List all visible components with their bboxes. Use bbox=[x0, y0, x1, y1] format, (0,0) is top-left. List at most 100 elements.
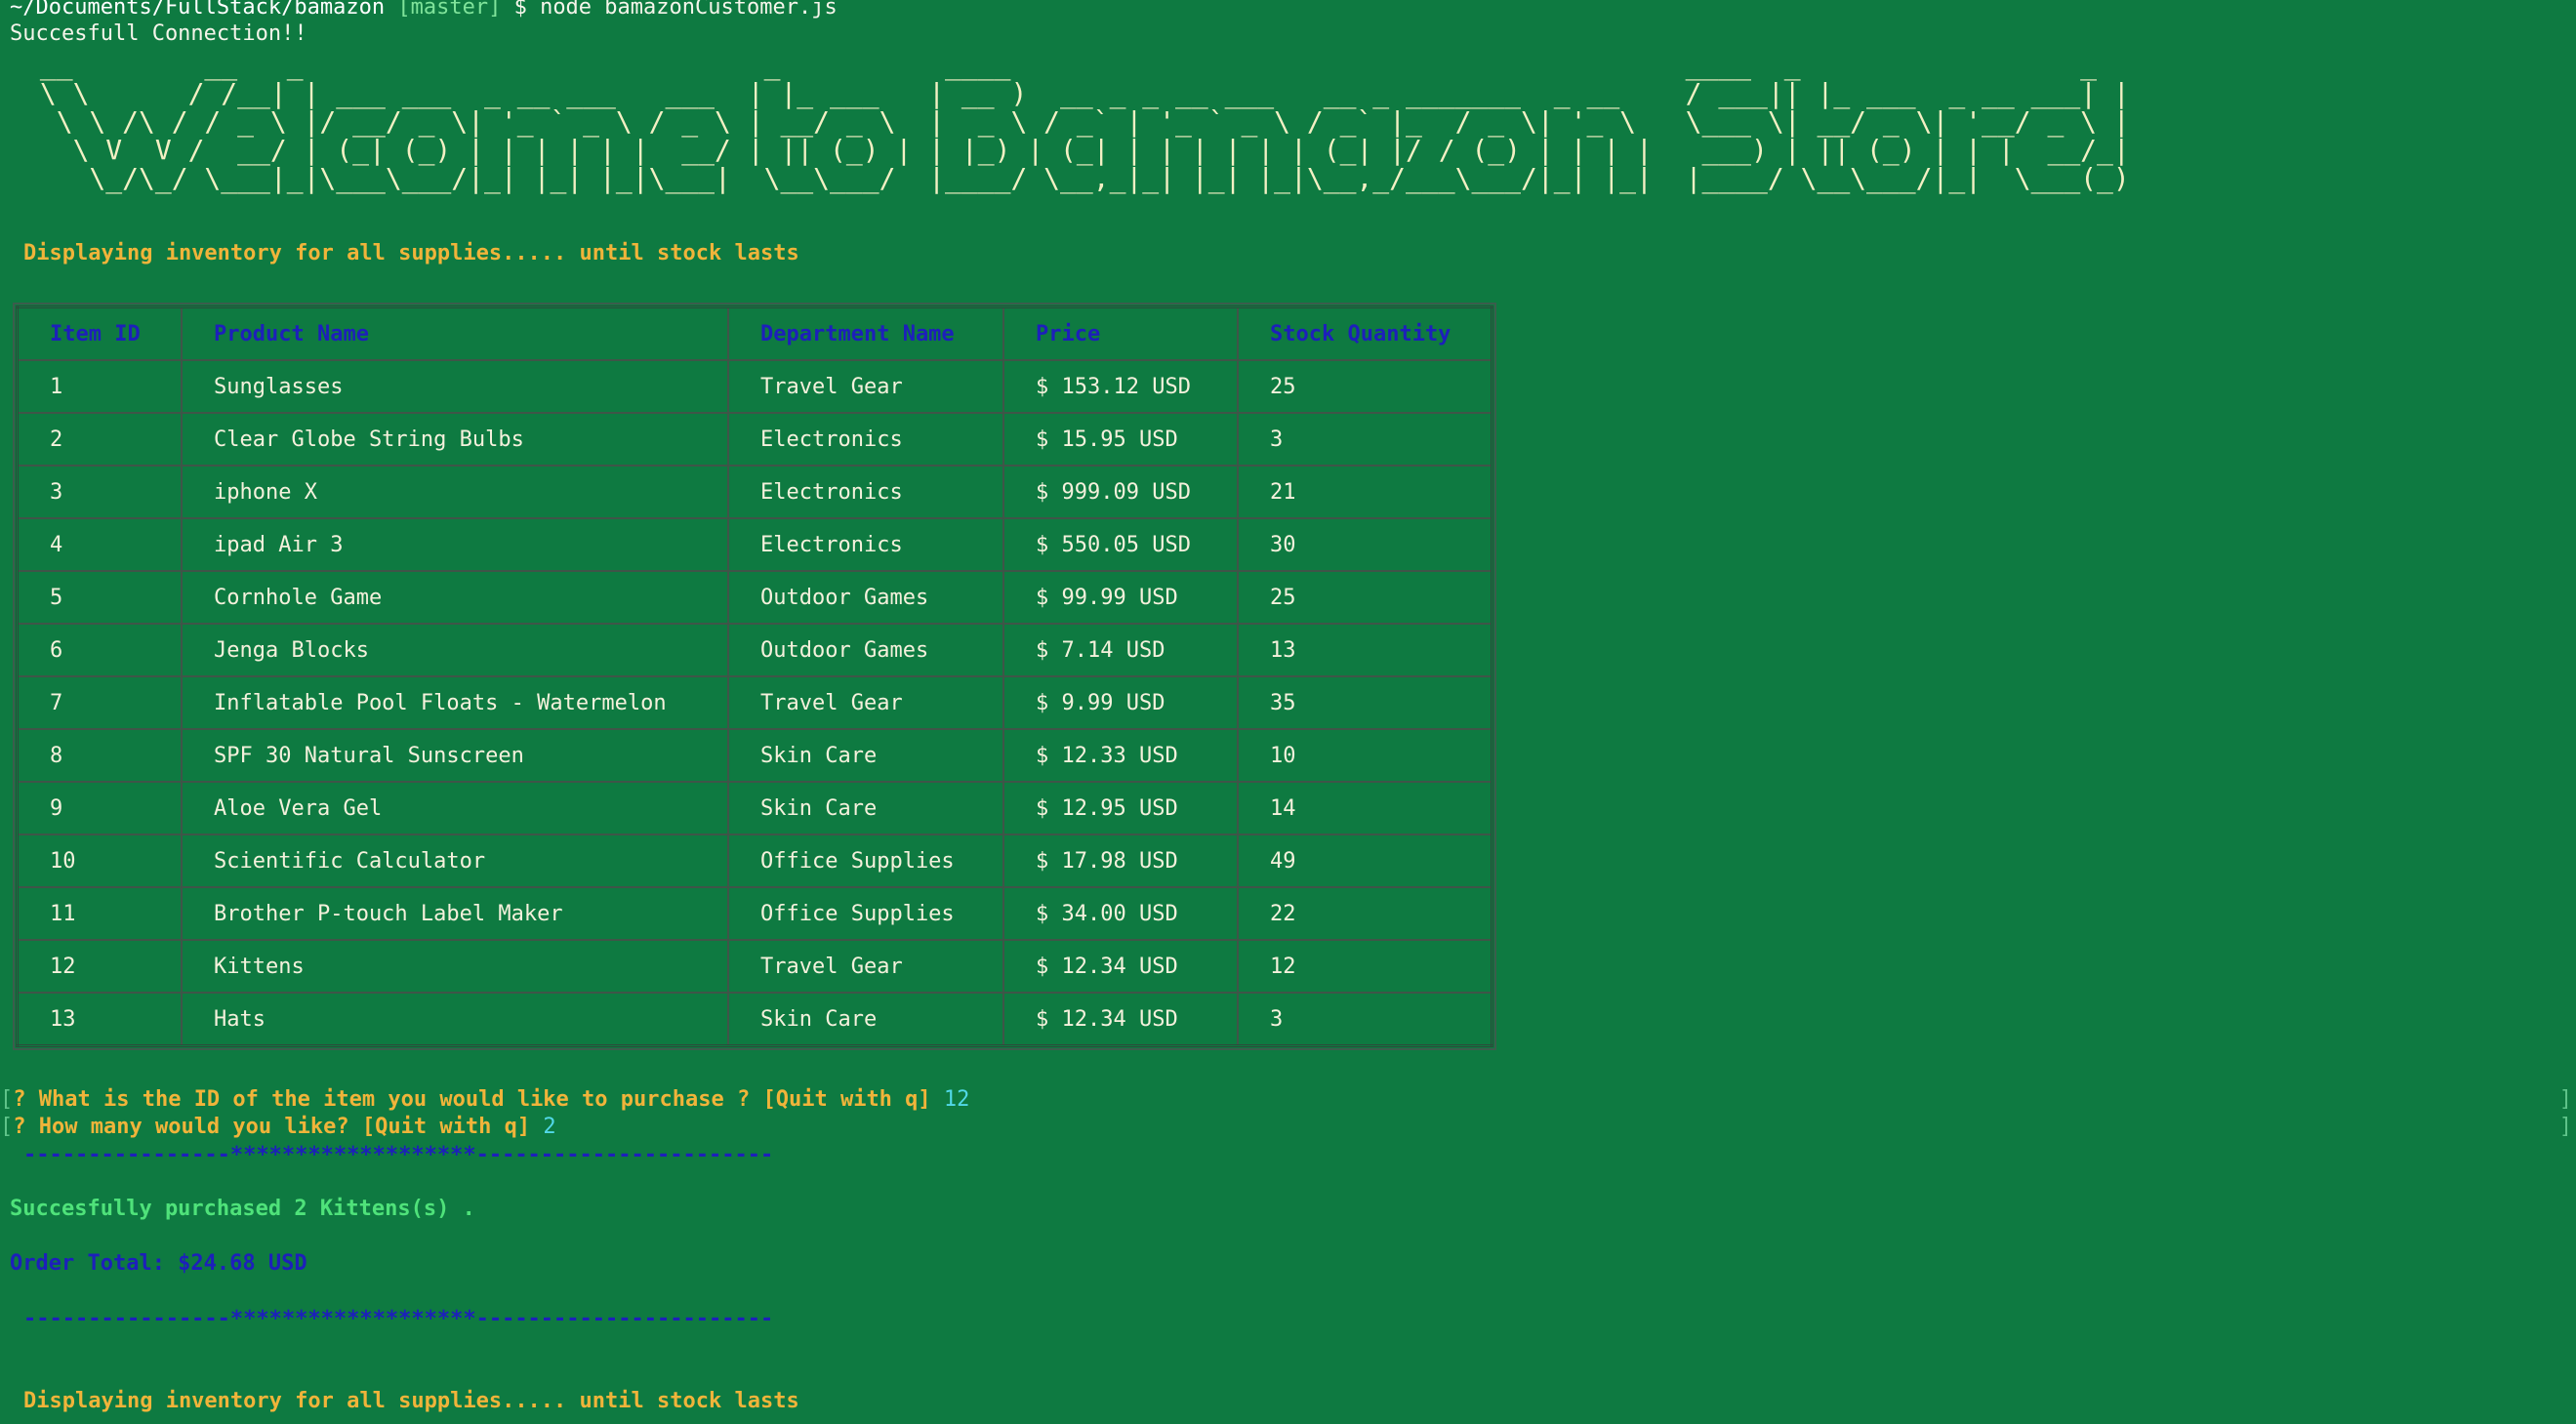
cell-product-name: Inflatable Pool Floats - Watermelon bbox=[181, 675, 729, 730]
cell-department-name: Skin Care bbox=[727, 728, 1004, 783]
cell-item-id: 7 bbox=[16, 675, 183, 730]
cell-price: $ 999.09 USD bbox=[1002, 465, 1239, 519]
purchase-message: Succesfully purchased 2 Kittens(s) . bbox=[10, 1197, 475, 1221]
welcome-ascii-banner: __ __ _ _ ____ ____ _ _ \ \ / /__| | ___… bbox=[39, 49, 2130, 194]
table-row: 1 Sunglasses Travel Gear $ 153.12 USD 25 bbox=[16, 359, 1493, 414]
cell-price: $ 17.98 USD bbox=[1002, 834, 1239, 888]
separator-line: ----------------*******************-----… bbox=[23, 1143, 774, 1167]
header-item-id: Item ID bbox=[16, 305, 183, 361]
question-quantity-text: How many would you like? [Quit with q] bbox=[38, 1115, 531, 1139]
cell-product-name: Brother P-touch Label Maker bbox=[181, 886, 729, 941]
cell-product-name: Aloe Vera Gel bbox=[181, 781, 729, 835]
cell-stock-quantity: 25 bbox=[1237, 570, 1493, 625]
header-price: Price bbox=[1002, 305, 1239, 361]
cell-product-name: Jenga Blocks bbox=[181, 623, 729, 677]
shell-prompt-line: ~/Documents/FullStack/bamazon [master] $… bbox=[10, 0, 838, 21]
cell-product-name: Clear Globe String Bulbs bbox=[181, 412, 729, 467]
question-mark: ? bbox=[13, 1087, 26, 1112]
question-id-text: What is the ID of the item you would lik… bbox=[38, 1087, 931, 1112]
cell-product-name: Scientific Calculator bbox=[181, 834, 729, 888]
cell-item-id: 12 bbox=[16, 939, 183, 994]
header-product-name: Product Name bbox=[181, 305, 729, 361]
cell-item-id: 11 bbox=[16, 886, 183, 941]
question-id-answer: 12 bbox=[943, 1087, 970, 1112]
inventory-message-2: Displaying inventory for all supplies...… bbox=[23, 1389, 799, 1413]
cell-item-id: 10 bbox=[16, 834, 183, 888]
line-bracket: ] bbox=[2558, 1087, 2572, 1112]
cell-department-name: Office Supplies bbox=[727, 886, 1004, 941]
table-row: 6 Jenga Blocks Outdoor Games $ 7.14 USD 13 bbox=[16, 623, 1493, 677]
cell-department-name: Travel Gear bbox=[727, 675, 1004, 730]
table-row: 13 Hats Skin Care $ 12.34 USD 3 bbox=[16, 992, 1493, 1047]
cell-price: $ 7.14 USD bbox=[1002, 623, 1239, 677]
table-header-row: Item ID Product Name Department Name Pri… bbox=[16, 305, 1493, 361]
cell-price: $ 12.33 USD bbox=[1002, 728, 1239, 783]
question-id-line: [? What is the ID of the item you would … bbox=[0, 1087, 970, 1112]
inventory-message: Displaying inventory for all supplies...… bbox=[23, 241, 799, 265]
cell-department-name: Travel Gear bbox=[727, 939, 1004, 994]
cell-department-name: Electronics bbox=[727, 465, 1004, 519]
cell-stock-quantity: 10 bbox=[1237, 728, 1493, 783]
inventory-table: Item ID Product Name Department Name Pri… bbox=[13, 303, 1496, 1050]
cell-price: $ 12.34 USD bbox=[1002, 939, 1239, 994]
cell-item-id: 1 bbox=[16, 359, 183, 414]
header-department-name: Department Name bbox=[727, 305, 1004, 361]
cell-stock-quantity: 21 bbox=[1237, 465, 1493, 519]
table-row: 8 SPF 30 Natural Sunscreen Skin Care $ 12.3… bbox=[16, 728, 1493, 783]
cell-price: $ 550.05 USD bbox=[1002, 517, 1239, 572]
cell-product-name: Hats bbox=[181, 992, 729, 1047]
cell-price: $ 15.95 USD bbox=[1002, 412, 1239, 467]
line-bracket: ] bbox=[2558, 1115, 2572, 1139]
cell-item-id: 5 bbox=[16, 570, 183, 625]
table-row: 7 Inflatable Pool Floats - Watermelon Trav… bbox=[16, 675, 1493, 730]
cell-department-name: Outdoor Games bbox=[727, 570, 1004, 625]
cell-price: $ 12.34 USD bbox=[1002, 992, 1239, 1047]
cell-price: $ 153.12 USD bbox=[1002, 359, 1239, 414]
table-row: 3 iphone X Electronics $ 999.09 USD 21 bbox=[16, 465, 1493, 519]
cell-department-name: Skin Care bbox=[727, 992, 1004, 1047]
cell-department-name: Office Supplies bbox=[727, 834, 1004, 888]
cell-item-id: 6 bbox=[16, 623, 183, 677]
cell-price: $ 34.00 USD bbox=[1002, 886, 1239, 941]
cell-department-name: Outdoor Games bbox=[727, 623, 1004, 677]
table-row: 10 Scientific Calculator Office Supplies $ … bbox=[16, 834, 1493, 888]
table-row: 12 Kittens Travel Gear $ 12.34 USD 12 bbox=[16, 939, 1493, 994]
cell-item-id: 13 bbox=[16, 992, 183, 1047]
prompt-path: ~/Documents/FullStack/bamazon bbox=[10, 0, 386, 20]
table-row: 11 Brother P-touch Label Maker Office Supp… bbox=[16, 886, 1493, 941]
cell-price: $ 9.99 USD bbox=[1002, 675, 1239, 730]
cell-stock-quantity: 3 bbox=[1237, 992, 1493, 1047]
cell-stock-quantity: 49 bbox=[1237, 834, 1493, 888]
table-row: 4 ipad Air 3 Electronics $ 550.05 USD 30 bbox=[16, 517, 1493, 572]
cell-product-name: ipad Air 3 bbox=[181, 517, 729, 572]
cell-stock-quantity: 35 bbox=[1237, 675, 1493, 730]
cell-item-id: 4 bbox=[16, 517, 183, 572]
cell-item-id: 8 bbox=[16, 728, 183, 783]
cell-stock-quantity: 22 bbox=[1237, 886, 1493, 941]
separator-line: ----------------*******************-----… bbox=[23, 1307, 774, 1331]
cell-department-name: Skin Care bbox=[727, 781, 1004, 835]
cell-stock-quantity: 14 bbox=[1237, 781, 1493, 835]
cell-department-name: Travel Gear bbox=[727, 359, 1004, 414]
cell-product-name: iphone X bbox=[181, 465, 729, 519]
table-row: 2 Clear Globe String Bulbs Electronics $ 15… bbox=[16, 412, 1493, 467]
prompt-command: $ node bamazonCustomer.js bbox=[513, 0, 838, 20]
cell-product-name: Sunglasses bbox=[181, 359, 729, 414]
cell-product-name: Kittens bbox=[181, 939, 729, 994]
cell-stock-quantity: 12 bbox=[1237, 939, 1493, 994]
prompt-branch: [master] bbox=[397, 0, 502, 20]
cell-product-name: SPF 30 Natural Sunscreen bbox=[181, 728, 729, 783]
question-mark: ? bbox=[13, 1115, 26, 1139]
connection-message: Succesfull Connection!! bbox=[10, 21, 307, 46]
question-quantity-answer: 2 bbox=[543, 1115, 556, 1139]
cell-department-name: Electronics bbox=[727, 412, 1004, 467]
cell-item-id: 2 bbox=[16, 412, 183, 467]
cell-stock-quantity: 3 bbox=[1237, 412, 1493, 467]
cell-item-id: 9 bbox=[16, 781, 183, 835]
cell-item-id: 3 bbox=[16, 465, 183, 519]
order-total: Order Total: $24.68 USD bbox=[10, 1251, 307, 1276]
cell-stock-quantity: 25 bbox=[1237, 359, 1493, 414]
cell-stock-quantity: 13 bbox=[1237, 623, 1493, 677]
question-quantity-line: [? How many would you like? [Quit with q… bbox=[0, 1115, 556, 1139]
cell-price: $ 99.99 USD bbox=[1002, 570, 1239, 625]
